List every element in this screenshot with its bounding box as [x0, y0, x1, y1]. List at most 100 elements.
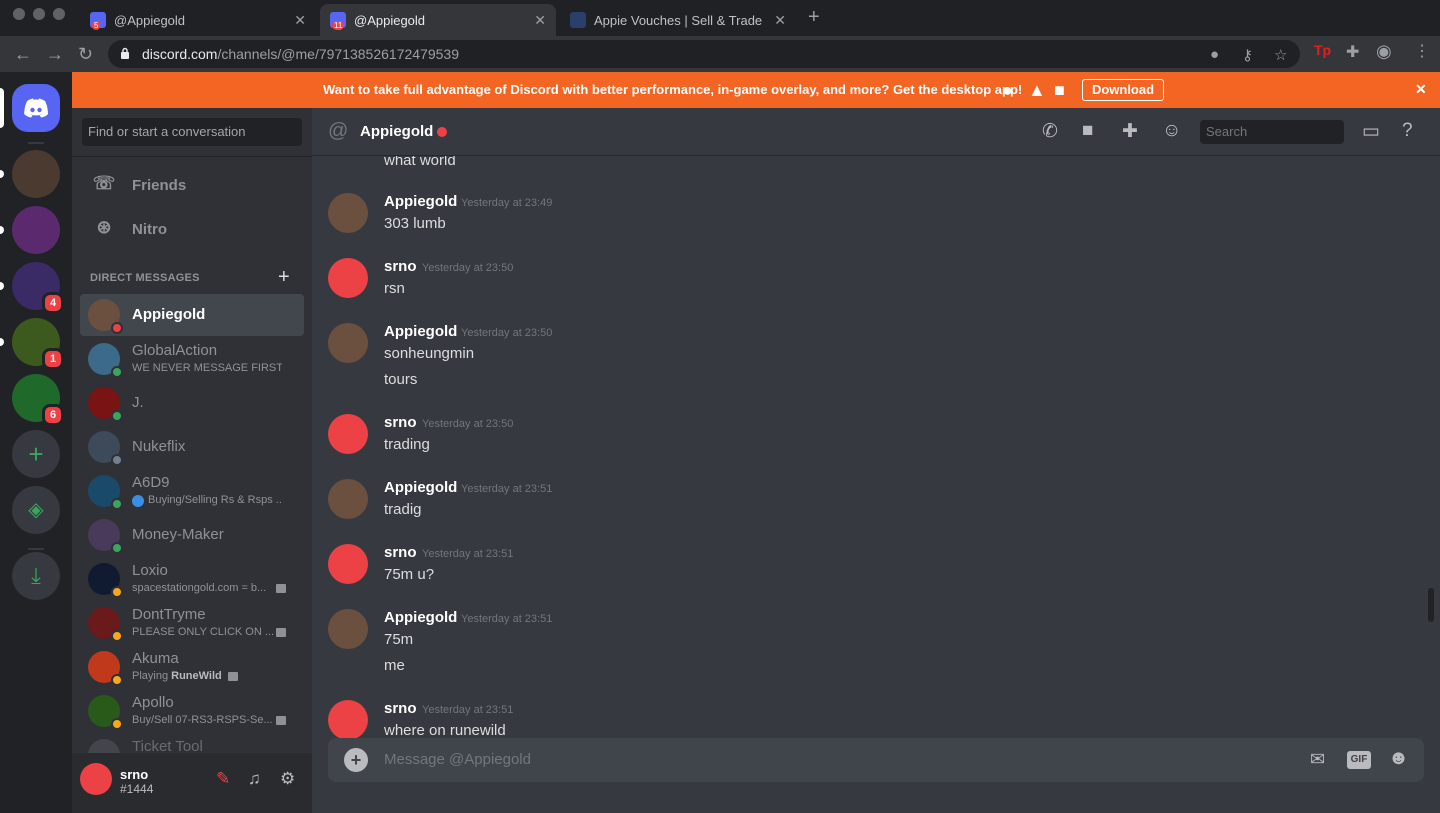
scrollbar-track[interactable]	[1424, 156, 1432, 738]
custom-status-icon	[276, 584, 286, 593]
scrollbar-thumb[interactable]	[1428, 588, 1434, 622]
settings-gear-icon[interactable]: ⚙	[280, 769, 295, 789]
dm-item-apollo[interactable]: Apollo Buy/Sell 07-RS3-RSPS-Se...	[80, 690, 304, 732]
key-icon[interactable]: ⚷	[1242, 46, 1253, 64]
back-icon[interactable]: ←	[14, 44, 32, 65]
pinned-messages-icon[interactable]: ✚	[1122, 120, 1138, 143]
mute-microphone-icon[interactable]: ✎	[216, 769, 230, 789]
nitro-nav-item[interactable]: ⊛ Nitro	[80, 208, 304, 250]
gift-icon[interactable]: ✉	[1310, 749, 1325, 770]
star-icon[interactable]: ☆	[1274, 46, 1287, 64]
tab-title: Appie Vouches | Sell & Trade G	[594, 12, 767, 28]
user-avatar[interactable]	[80, 763, 112, 795]
browser-tab-2[interactable]: 11 @Appiegold ✕	[320, 4, 556, 36]
start-voice-call-icon[interactable]: ✆	[1042, 120, 1058, 143]
window-minimize-button[interactable]	[33, 8, 45, 20]
server-icon[interactable]	[12, 150, 60, 198]
dm-item-appiegold[interactable]: Appiegold	[80, 294, 304, 336]
message-author[interactable]: srno	[384, 414, 417, 431]
more-menu-icon[interactable]: ⋮	[1414, 41, 1430, 61]
idle-status-icon	[111, 586, 123, 598]
explore-servers-button[interactable]: ◈	[12, 486, 60, 534]
download-icon: ⤓	[12, 552, 60, 600]
message-author[interactable]: srno	[384, 258, 417, 275]
window-zoom-button[interactable]	[53, 8, 65, 20]
dm-status-text: WE NEVER MESSAGE FIRST	[132, 362, 282, 374]
message-text: trading	[384, 436, 430, 453]
dm-status-text: Buying/Selling Rs & Rsps ...	[148, 494, 282, 506]
browser-tab-1[interactable]: 5 @Appiegold ✕	[80, 4, 316, 36]
extension-tp-icon[interactable]: Tp	[1314, 42, 1331, 58]
author-avatar[interactable]	[328, 479, 368, 519]
dm-item-loxio[interactable]: Loxio spacestationgold.com = b...	[80, 558, 304, 600]
dm-name: Nukeflix	[132, 438, 186, 455]
find-conversation-button[interactable]: Find or start a conversation	[82, 118, 302, 146]
dm-item-ticket-tool[interactable]: Ticket Tool	[80, 734, 304, 753]
emoji-icon[interactable]: ☻	[1388, 747, 1409, 770]
home-button[interactable]	[12, 84, 60, 132]
download-apps-button[interactable]: ⤓	[12, 552, 60, 600]
gif-button[interactable]: GIF	[1347, 751, 1371, 769]
message-timestamp: Yesterday at 23:50	[461, 327, 553, 339]
message-text: 75m u?	[384, 566, 435, 583]
message-author[interactable]: srno	[384, 700, 417, 717]
browser-tab-3[interactable]: Appie Vouches | Sell & Trade G ✕	[560, 4, 796, 36]
verified-badge-icon	[132, 495, 144, 507]
message-author[interactable]: Appiegold	[384, 323, 457, 340]
tab-close-icon[interactable]: ✕	[534, 12, 546, 29]
url-field[interactable]: discord.com/channels/@me/797138526172479…	[108, 40, 1300, 68]
tab-close-icon[interactable]: ✕	[774, 12, 786, 29]
window-close-button[interactable]	[13, 8, 25, 20]
headphones-icon[interactable]: ♫	[248, 769, 261, 789]
dm-item-j[interactable]: J.	[80, 382, 304, 424]
new-tab-button[interactable]: +	[808, 6, 820, 29]
author-avatar[interactable]	[328, 414, 368, 454]
browser-address-bar: ← → ↻ discord.com/channels/@me/797138526…	[0, 36, 1440, 72]
server-icon[interactable]: 1	[12, 318, 64, 370]
message-author[interactable]: srno	[384, 544, 417, 561]
dm-item-globalaction[interactable]: GlobalAction WE NEVER MESSAGE FIRST	[80, 338, 304, 380]
dm-item-donttryme[interactable]: DontTryme PLEASE ONLY CLICK ON ...	[80, 602, 304, 644]
author-avatar[interactable]	[328, 323, 368, 363]
windows-icon: ■	[1054, 80, 1065, 100]
dm-item-a6d9[interactable]: A6D9 Buying/Selling Rs & Rsps ...	[80, 470, 304, 512]
puzzle-icon[interactable]: ✚	[1346, 42, 1359, 62]
online-status-icon	[111, 498, 123, 510]
channel-title: Appiegold	[360, 123, 434, 140]
microphone-icon[interactable]: ●	[1210, 46, 1219, 63]
server-icon[interactable]	[12, 206, 60, 254]
dm-item-akuma[interactable]: Akuma Playing RuneWild	[80, 646, 304, 688]
help-icon[interactable]: ?	[1402, 120, 1413, 142]
message-author[interactable]: Appiegold	[384, 609, 457, 626]
author-avatar[interactable]	[328, 700, 368, 738]
add-server-button[interactable]: +	[12, 430, 60, 478]
message-text: 303 lumb	[384, 215, 446, 232]
upload-plus-icon[interactable]: +	[344, 748, 368, 772]
author-avatar[interactable]	[328, 544, 368, 584]
friends-nav-item[interactable]: ☏ Friends	[80, 164, 304, 206]
reload-icon[interactable]: ↻	[78, 44, 93, 65]
message-input[interactable]: Message @Appiegold	[384, 751, 531, 768]
message-author[interactable]: Appiegold	[384, 193, 457, 210]
tab-close-icon[interactable]: ✕	[294, 12, 306, 29]
author-avatar[interactable]	[328, 193, 368, 233]
dm-item-nukeflix[interactable]: Nukeflix	[80, 426, 304, 468]
profile-icon[interactable]: ◉	[1376, 41, 1392, 62]
inbox-icon[interactable]: ▭	[1362, 120, 1380, 143]
start-video-call-icon[interactable]: ■	[1082, 120, 1093, 142]
server-icon[interactable]: 4	[12, 262, 64, 314]
add-friends-to-dm-icon[interactable]: ☺	[1162, 120, 1181, 142]
chat-header: @ Appiegold ✆ ■ ✚ ☺ Search ▭ ?	[312, 108, 1440, 156]
forward-icon[interactable]: →	[46, 44, 64, 65]
dm-item-money-maker[interactable]: Money-Maker	[80, 514, 304, 556]
banner-close-icon[interactable]: ✕	[1415, 81, 1427, 98]
dnd-status-icon	[111, 322, 123, 334]
desktop-app-banner: Want to take full advantage of Discord w…	[72, 72, 1440, 108]
server-icon[interactable]: 6	[12, 374, 64, 426]
author-avatar[interactable]	[328, 609, 368, 649]
author-avatar[interactable]	[328, 258, 368, 298]
search-input[interactable]: Search	[1200, 120, 1344, 144]
message-author[interactable]: Appiegold	[384, 479, 457, 496]
download-button[interactable]: Download	[1082, 79, 1164, 101]
create-dm-button[interactable]: +	[278, 266, 290, 289]
